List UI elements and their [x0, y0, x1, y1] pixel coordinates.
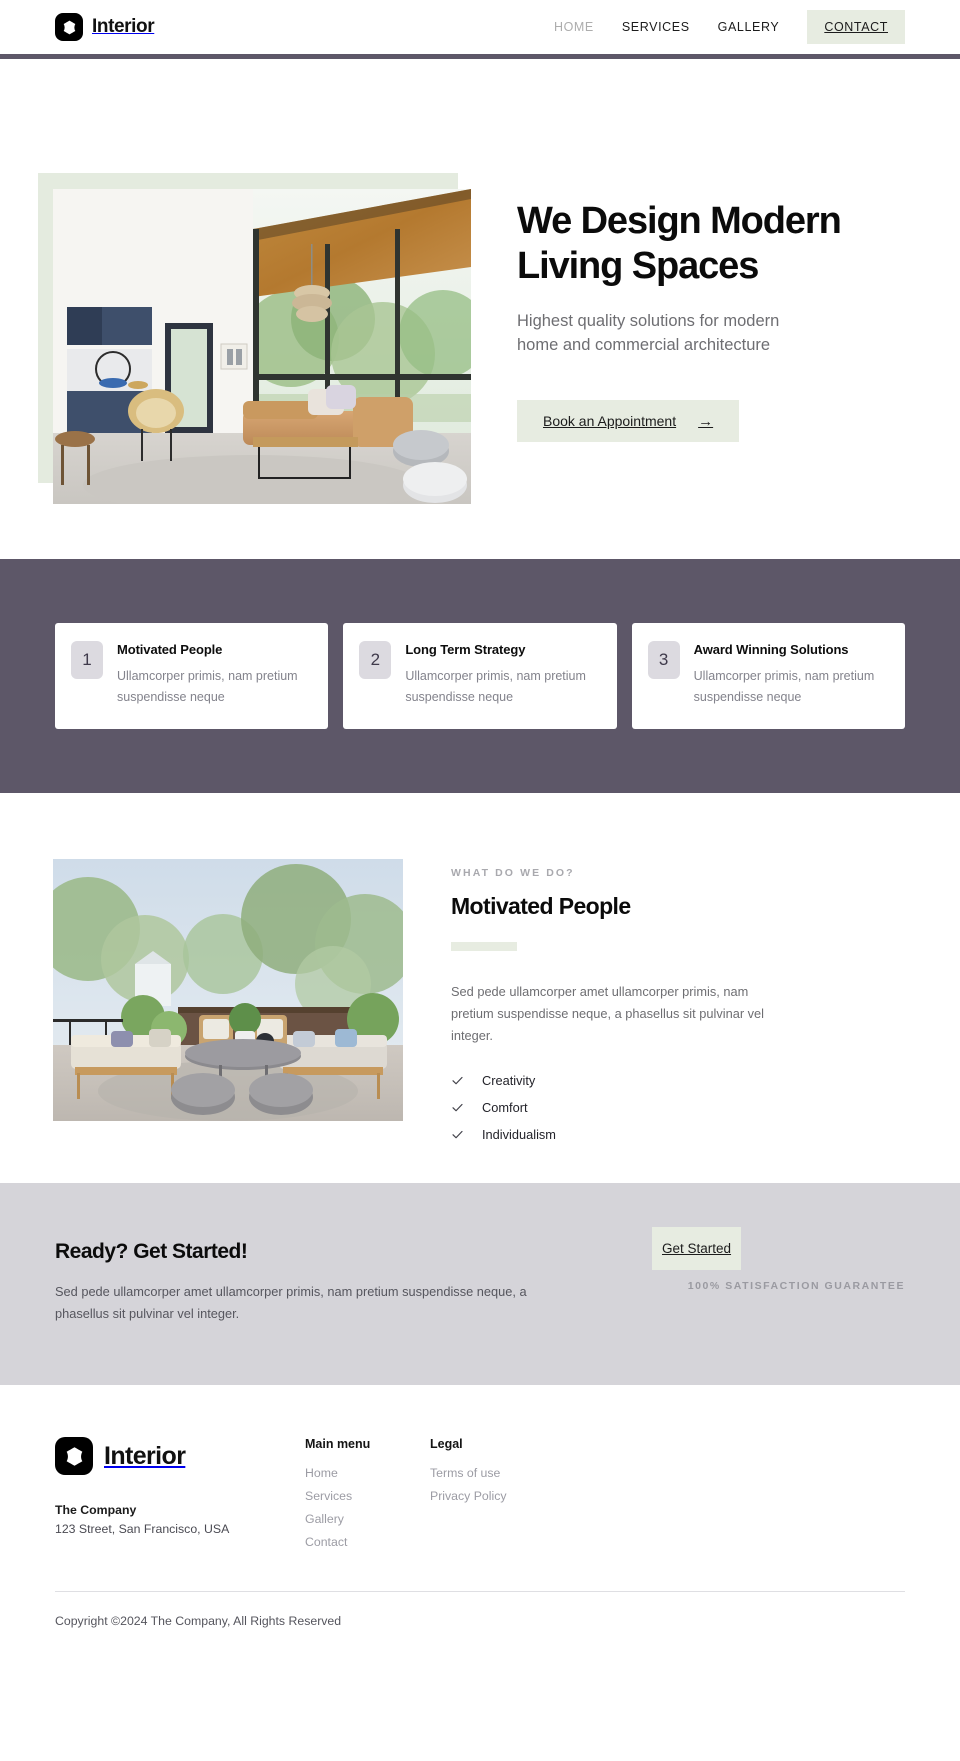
footer-link-privacy[interactable]: Privacy Policy [430, 1489, 610, 1503]
hero-section: We Design Modern Living Spaces Highest q… [0, 59, 960, 559]
footer-column-legal: Legal Terms of use Privacy Policy [430, 1437, 610, 1549]
feature-title: Award Winning Solutions [693, 642, 849, 657]
hero-title: We Design Modern Living Spaces [517, 200, 842, 287]
about-description: Sed pede ullamcorper amet ullamcorper pr… [451, 984, 764, 1044]
nav-item-gallery[interactable]: GALLERY [704, 13, 794, 41]
nav-item-services[interactable]: SERVICES [608, 13, 704, 41]
footer-brand-name: Interior [104, 1441, 186, 1470]
about-eyebrow: WHAT DO WE DO? [451, 867, 575, 880]
checklist-label: Individualism [482, 1127, 556, 1143]
hero-subtitle: Highest quality solutions for modern hom… [517, 311, 780, 355]
footer-link-terms[interactable]: Terms of use [430, 1466, 610, 1480]
feature-number-badge: 2 [359, 641, 392, 679]
arrow-right-icon: → [698, 412, 714, 430]
footer-column-main-menu: Main menu Home Services Gallery Contact [305, 1437, 430, 1549]
nav-contact-button[interactable]: CONTACT [807, 10, 905, 44]
footer-brand-logo-link[interactable]: Interior [55, 1437, 305, 1476]
checklist-label: Creativity [482, 1073, 536, 1089]
feature-card[interactable]: 2 Long Term Strategy Ullamcorper primis,… [343, 623, 617, 730]
book-appointment-label: Book an Appointment [543, 413, 677, 430]
interior-diamond-logo-icon [55, 13, 83, 41]
feature-number-badge: 1 [71, 641, 103, 679]
footer-link-gallery[interactable]: Gallery [305, 1512, 430, 1526]
check-icon [451, 1101, 464, 1114]
footer-link-contact[interactable]: Contact [305, 1535, 430, 1549]
footer-company-name: The Company [55, 1503, 137, 1518]
footer-brand-block: Interior The Company 123 Street, San Fra… [55, 1437, 305, 1549]
brand-logo-link[interactable]: Interior [55, 13, 155, 41]
checklist-item: Creativity [451, 1073, 791, 1088]
feature-description: Ullamcorper primis, nam pretium suspendi… [693, 669, 875, 704]
feature-description: Ullamcorper primis, nam pretium suspendi… [117, 669, 298, 704]
feature-card[interactable]: 3 Award Winning Solutions Ullamcorper pr… [631, 623, 905, 730]
hero-copy: We Design Modern Living Spaces Highest q… [517, 199, 907, 443]
about-title: Motivated People [451, 893, 631, 920]
feature-number-badge: 3 [647, 641, 680, 679]
checklist-item: Individualism [451, 1127, 791, 1142]
hero-image [53, 189, 471, 504]
checklist-label: Comfort [482, 1100, 528, 1116]
footer-copyright: Copyright ©2024 The Company, All Rights … [55, 1614, 342, 1629]
features-section: 1 Motivated People Ullamcorper primis, n… [0, 559, 960, 794]
cta-title: Ready? Get Started! [55, 1240, 248, 1264]
feature-title: Long Term Strategy [405, 642, 526, 657]
footer-link-home[interactable]: Home [305, 1466, 430, 1480]
feature-title: Motivated People [117, 642, 223, 657]
about-image [53, 859, 403, 1122]
footer-column-heading: Main menu [305, 1437, 371, 1452]
footer-address: 123 Street, San Francisco, USA [55, 1522, 230, 1537]
about-section: WHAT DO WE DO? Motivated People Sed pede… [0, 793, 960, 1184]
page-root: Interior HOME SERVICES GALLERY CONTACT W… [0, 0, 960, 1761]
footer-column-heading: Legal [430, 1437, 463, 1452]
feature-card[interactable]: 1 Motivated People Ullamcorper primis, n… [55, 623, 329, 730]
nav-item-home[interactable]: HOME [540, 13, 608, 41]
brand-name: Interior [92, 16, 155, 37]
about-copy: WHAT DO WE DO? Motivated People Sed pede… [451, 867, 791, 1142]
main-nav: HOME SERVICES GALLERY CONTACT [540, 10, 905, 44]
interior-diamond-logo-icon [55, 1437, 93, 1476]
cta-description: Sed pede ullamcorper amet ullamcorper pr… [55, 1284, 527, 1322]
get-started-button[interactable]: Get Started [652, 1227, 742, 1271]
site-header: Interior HOME SERVICES GALLERY CONTACT [0, 0, 960, 54]
cta-section: Ready? Get Started! Sed pede ullamcorper… [0, 1183, 960, 1386]
site-footer: Interior The Company 123 Street, San Fra… [0, 1385, 960, 1629]
checklist-item: Comfort [451, 1100, 791, 1115]
book-appointment-button[interactable]: Book an Appointment → [517, 400, 740, 443]
cta-guarantee-note: 100% SATISFACTION GUARANTEE [687, 1280, 905, 1293]
check-icon [451, 1074, 464, 1087]
feature-description: Ullamcorper primis, nam pretium suspendi… [405, 669, 586, 704]
check-icon [451, 1128, 464, 1141]
about-divider [451, 942, 517, 952]
about-checklist: Creativity Comfort Individualism [451, 1073, 791, 1142]
footer-link-services[interactable]: Services [305, 1489, 430, 1503]
